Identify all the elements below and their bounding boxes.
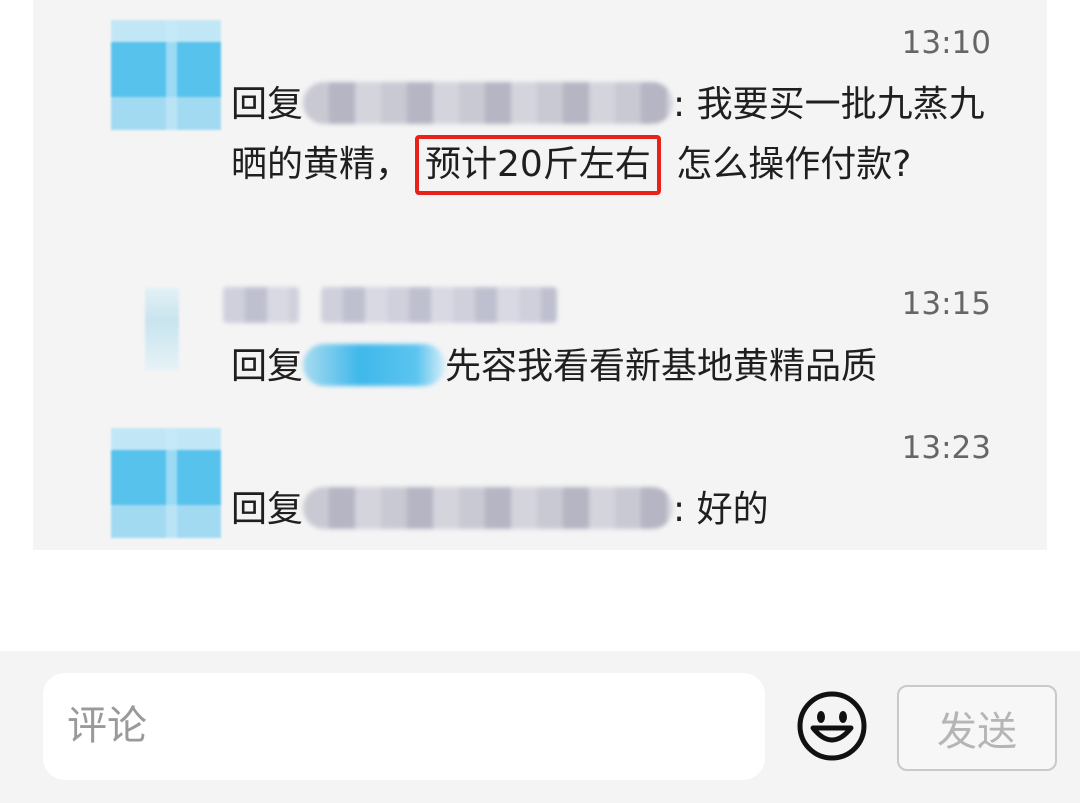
reply-text-after: 怎么操作付款? — [676, 144, 912, 185]
avatar[interactable] — [145, 288, 179, 370]
blurred-username — [303, 344, 446, 386]
reply-separator: : — [673, 84, 686, 125]
reply-body: 好的 — [696, 489, 769, 530]
highlight-text: 预计20斤左右 — [425, 144, 651, 185]
avatar[interactable] — [111, 428, 221, 538]
send-label: 发送 — [937, 709, 1017, 755]
reply-body: 先容我看看新基地黄精品质 — [445, 346, 878, 387]
comment-placeholder: 评论 — [67, 703, 147, 749]
blurred-username — [321, 287, 557, 323]
comment-thread: 13:10 回复: 我要买一批九蒸九晒的黄精， 预计20斤左右 怎么操作付款? 1… — [33, 0, 1047, 550]
timestamp: 13:23 — [901, 430, 991, 466]
reply-prefix: 回复 — [231, 489, 304, 530]
reply-text: 回复: 我要买一批九蒸九晒的黄精， 预计20斤左右 怎么操作付款? — [231, 75, 1001, 195]
smiley-icon[interactable] — [796, 690, 868, 762]
reply-prefix: 回复 — [231, 84, 304, 125]
blurred-username — [223, 287, 299, 323]
send-button[interactable]: 发送 — [897, 685, 1057, 771]
timestamp: 13:15 — [901, 286, 991, 322]
blurred-username — [303, 82, 674, 124]
highlight-box: 预计20斤左右 — [415, 135, 661, 195]
reply-prefix: 回复 — [231, 346, 304, 387]
reply-separator: : — [673, 489, 686, 530]
timestamp: 13:10 — [901, 25, 991, 61]
comment-input[interactable]: 评论 — [43, 673, 765, 780]
avatar[interactable] — [111, 20, 221, 130]
blurred-username — [303, 487, 674, 529]
reply-text: 回复 先容我看看新基地黄精品质 — [231, 337, 1001, 397]
reply-text: 回复: 好的 — [231, 480, 1001, 540]
